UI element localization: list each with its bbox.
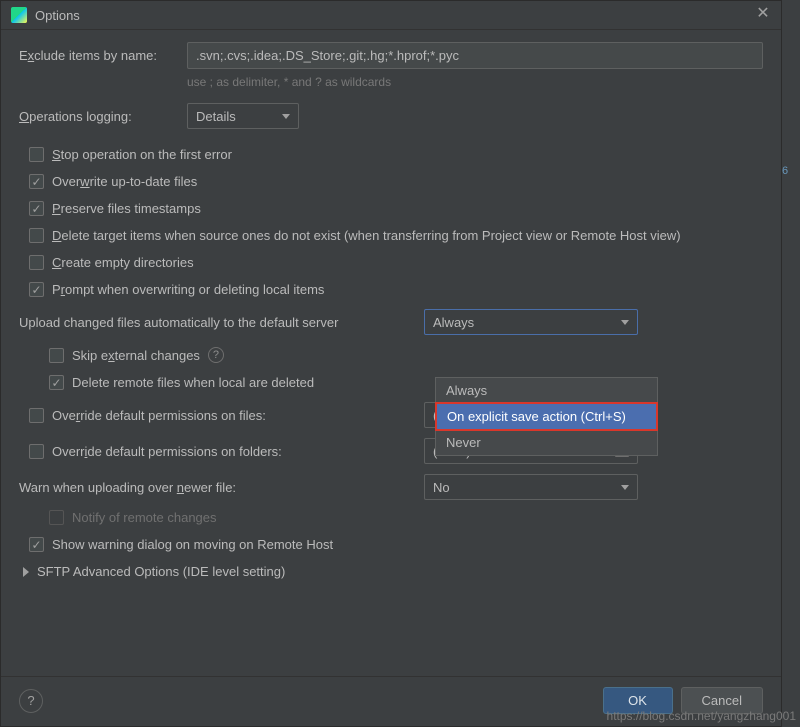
titlebar: Options ✕ [1,1,781,30]
prompt-overwrite-label[interactable]: Prompt when overwriting or deleting loca… [52,282,324,297]
prompt-overwrite-checkbox[interactable] [29,282,44,297]
dropdown-option-never[interactable]: Never [436,430,657,455]
exclude-label: Exclude items by name: [19,48,187,63]
override-folders-label[interactable]: Override default permissions on folders: [52,444,282,459]
help-button[interactable]: ? [19,689,43,713]
upload-changed-label: Upload changed files automatically to th… [19,315,424,330]
options-dialog: Options ✕ Exclude items by name: use ; a… [0,0,782,727]
overwrite-label[interactable]: Overwrite up-to-date files [52,174,197,189]
override-files-label[interactable]: Override default permissions on files: [52,408,266,423]
stop-first-error-label[interactable]: Stop operation on the first error [52,147,232,162]
dialog-title: Options [35,8,755,23]
overwrite-checkbox[interactable] [29,174,44,189]
skip-external-label[interactable]: Skip external changes [72,348,200,363]
dropdown-option-always[interactable]: Always [436,378,657,403]
chevron-down-icon [621,320,629,325]
upload-changed-dropdown-popup: Always On explicit save action (Ctrl+S) … [435,377,658,456]
exclude-input[interactable] [187,42,763,69]
delete-remote-label[interactable]: Delete remote files when local are delet… [72,375,314,390]
dropdown-option-on-save[interactable]: On explicit save action (Ctrl+S) [435,402,658,431]
override-files-checkbox[interactable] [29,408,44,423]
chevron-down-icon [282,114,290,119]
delete-target-label[interactable]: Delete target items when source ones do … [52,228,681,243]
skip-external-checkbox[interactable] [49,348,64,363]
sftp-advanced-expander[interactable]: SFTP Advanced Options (IDE level setting… [19,564,763,579]
preserve-checkbox[interactable] [29,201,44,216]
notify-remote-checkbox [49,510,64,525]
delete-remote-checkbox[interactable] [49,375,64,390]
preserve-label[interactable]: Preserve files timestamps [52,201,201,216]
triangle-right-icon [23,567,29,577]
create-empty-checkbox[interactable] [29,255,44,270]
show-warning-label[interactable]: Show warning dialog on moving on Remote … [52,537,333,552]
help-icon[interactable]: ? [208,347,224,363]
exclude-hint: use ; as delimiter, * and ? as wildcards [187,75,763,89]
create-empty-label[interactable]: Create empty directories [52,255,194,270]
upload-changed-select[interactable]: Always [424,309,638,335]
dialog-content: Exclude items by name: use ; as delimite… [1,30,781,676]
chevron-down-icon [621,485,629,490]
operations-logging-label: Operations logging: [19,109,187,124]
warn-newer-label: Warn when uploading over newer file: [19,480,424,495]
override-folders-checkbox[interactable] [29,444,44,459]
stop-first-error-checkbox[interactable] [29,147,44,162]
watermark: https://blog.csdn.net/yangzhang001 [607,709,796,723]
side-code-fragment: 6 [782,165,800,181]
operations-logging-select[interactable]: Details [187,103,299,129]
show-warning-checkbox[interactable] [29,537,44,552]
notify-remote-label: Notify of remote changes [72,510,217,525]
app-icon [11,7,27,23]
delete-target-checkbox[interactable] [29,228,44,243]
warn-newer-select[interactable]: No [424,474,638,500]
close-icon[interactable]: ✕ [755,7,771,23]
